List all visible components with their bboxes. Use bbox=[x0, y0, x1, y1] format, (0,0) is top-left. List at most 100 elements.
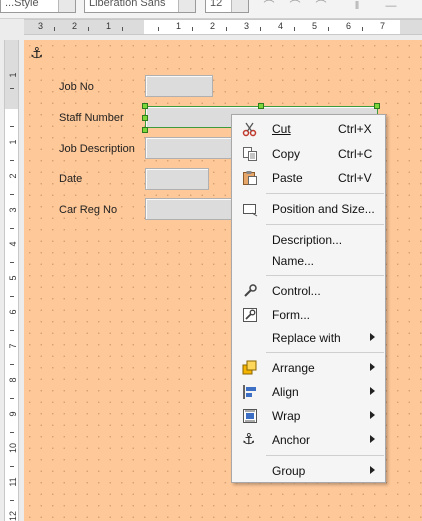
toolbar-icon[interactable]: — bbox=[384, 1, 398, 12]
ruler-number: 3 bbox=[38, 21, 44, 31]
chevron-down-icon[interactable] bbox=[178, 0, 195, 12]
menu-item-wrap[interactable]: Wrap bbox=[233, 405, 384, 427]
form-label: Job No bbox=[59, 81, 94, 93]
ruler-tick bbox=[88, 27, 89, 31]
ruler-tick bbox=[54, 27, 55, 31]
menu-item-copy[interactable]: Copy Ctrl+C bbox=[233, 143, 384, 165]
font-name-box[interactable]: Liberation Sans bbox=[84, 0, 196, 13]
menu-item-label: Name... bbox=[272, 254, 315, 268]
form-label: Staff Number bbox=[59, 112, 124, 124]
menu-item-label: Cut bbox=[272, 122, 291, 136]
menu-item-label: Group bbox=[272, 464, 306, 478]
menu-separator bbox=[266, 455, 384, 456]
menu-separator bbox=[266, 352, 384, 353]
ruler-tick bbox=[260, 27, 261, 31]
ruler-number: 1 bbox=[106, 21, 112, 31]
ruler-number: 7 bbox=[8, 343, 18, 349]
ruler-number: 1 bbox=[8, 72, 18, 78]
ruler-tick bbox=[362, 27, 363, 31]
ruler-tick bbox=[10, 296, 14, 297]
menu-item-shortcut: Ctrl+V bbox=[338, 171, 372, 185]
toolbar-icon[interactable]: ⌒ bbox=[262, 1, 276, 12]
menu-item-label: Arrange bbox=[272, 361, 315, 375]
menu-item-position-size[interactable]: Position and Size... bbox=[233, 198, 384, 220]
menu-item-anchor[interactable]: ⚓ Anchor bbox=[233, 429, 384, 451]
ruler-tick bbox=[10, 330, 14, 331]
selection-handle[interactable] bbox=[258, 103, 264, 109]
ruler-tick bbox=[10, 398, 14, 399]
ruler-number: 4 bbox=[8, 241, 18, 247]
chevron-down-icon[interactable] bbox=[58, 0, 75, 12]
ruler-number: 3 bbox=[8, 207, 18, 213]
horizontal-ruler[interactable]: 3 2 1 1 2 3 4 5 6 7 bbox=[24, 19, 422, 35]
anchor-icon: ⚓ bbox=[242, 431, 256, 448]
menu-item-align[interactable]: Align bbox=[233, 381, 384, 403]
menu-item-label: Description... bbox=[272, 233, 343, 247]
chevron-down-icon[interactable] bbox=[231, 0, 248, 12]
menu-separator bbox=[266, 193, 384, 194]
menu-item-cut[interactable]: Cut Ctrl+X bbox=[233, 118, 384, 140]
menu-item-name[interactable]: Name... bbox=[233, 250, 384, 272]
menu-item-paste[interactable]: Paste Ctrl+V bbox=[233, 167, 384, 189]
ruler-tick bbox=[10, 160, 14, 161]
ruler-number: 6 bbox=[8, 309, 18, 315]
menu-item-control[interactable]: Control... bbox=[233, 280, 384, 302]
font-size-value: 12 bbox=[210, 0, 223, 9]
submenu-arrow-icon bbox=[370, 466, 375, 474]
menu-item-label: Paste bbox=[272, 171, 303, 185]
toolbar-icon[interactable]: ⌒ bbox=[288, 1, 302, 12]
menu-item-label: Wrap bbox=[272, 409, 301, 423]
submenu-arrow-icon bbox=[370, 387, 375, 395]
menu-item-label: Form... bbox=[272, 308, 310, 322]
clipboard-icon bbox=[242, 170, 258, 186]
menu-item-form[interactable]: Form... bbox=[233, 304, 384, 326]
toolbar-icon[interactable]: ⌒ bbox=[314, 1, 328, 12]
vertical-ruler[interactable]: 1 1 2 3 4 5 6 7 8 9 10 11 12 bbox=[4, 40, 19, 521]
ruler-tick bbox=[158, 27, 159, 31]
selection-handle[interactable] bbox=[142, 103, 148, 109]
position-size-icon bbox=[242, 201, 258, 217]
submenu-arrow-icon bbox=[370, 435, 375, 443]
submenu-arrow-icon bbox=[370, 363, 375, 371]
menu-item-shortcut: Ctrl+X bbox=[338, 122, 372, 136]
control-properties-icon bbox=[242, 283, 258, 299]
menu-item-label: Control... bbox=[272, 284, 321, 298]
ruler-tick bbox=[10, 500, 14, 501]
date-field[interactable] bbox=[145, 168, 209, 190]
menu-item-label: Anchor bbox=[272, 433, 311, 447]
toolbar-icon[interactable]: ‖ bbox=[350, 1, 364, 12]
selection-handle[interactable] bbox=[142, 127, 148, 133]
ruler-number: 12 bbox=[8, 510, 18, 521]
ruler-tick bbox=[10, 228, 14, 229]
anchor-icon[interactable]: ⚓ bbox=[30, 44, 43, 62]
submenu-arrow-icon bbox=[370, 411, 375, 419]
ruler-right-margin bbox=[400, 20, 422, 34]
paragraph-style-value: ...Style bbox=[5, 0, 39, 9]
ruler-tick bbox=[226, 27, 227, 31]
form-label: Job Description bbox=[59, 143, 135, 155]
ruler-tick bbox=[10, 432, 14, 433]
menu-item-group[interactable]: Group bbox=[233, 460, 384, 482]
menu-item-label: Align bbox=[272, 385, 299, 399]
scissors-icon bbox=[242, 121, 258, 137]
font-size-box[interactable]: 12 bbox=[205, 0, 249, 13]
selection-handle[interactable] bbox=[374, 103, 380, 109]
context-menu: Cut Ctrl+X Copy Ctrl+C Paste Ctrl+V Posi… bbox=[231, 114, 386, 483]
formatting-toolbar: ...Style Liberation Sans 12 ⌒ ⌒ ⌒ ‖ — bbox=[0, 0, 422, 19]
job-no-field[interactable] bbox=[145, 75, 213, 97]
menu-item-shortcut: Ctrl+C bbox=[338, 147, 373, 161]
selection-handle[interactable] bbox=[142, 115, 148, 121]
menu-item-label: Replace with bbox=[272, 331, 341, 345]
ruler-number: 8 bbox=[8, 377, 18, 383]
menu-item-replace-with[interactable]: Replace with bbox=[233, 327, 384, 349]
ruler-number: 1 bbox=[8, 139, 18, 145]
ruler-tick bbox=[10, 466, 14, 467]
ruler-number: 10 bbox=[8, 442, 18, 453]
arrange-icon bbox=[242, 360, 258, 376]
align-icon bbox=[242, 384, 258, 400]
submenu-arrow-icon bbox=[370, 333, 375, 341]
wrap-icon bbox=[242, 408, 258, 424]
menu-item-description[interactable]: Description... bbox=[233, 229, 384, 251]
menu-item-arrange[interactable]: Arrange bbox=[233, 357, 384, 379]
paragraph-style-box[interactable]: ...Style bbox=[0, 0, 76, 13]
